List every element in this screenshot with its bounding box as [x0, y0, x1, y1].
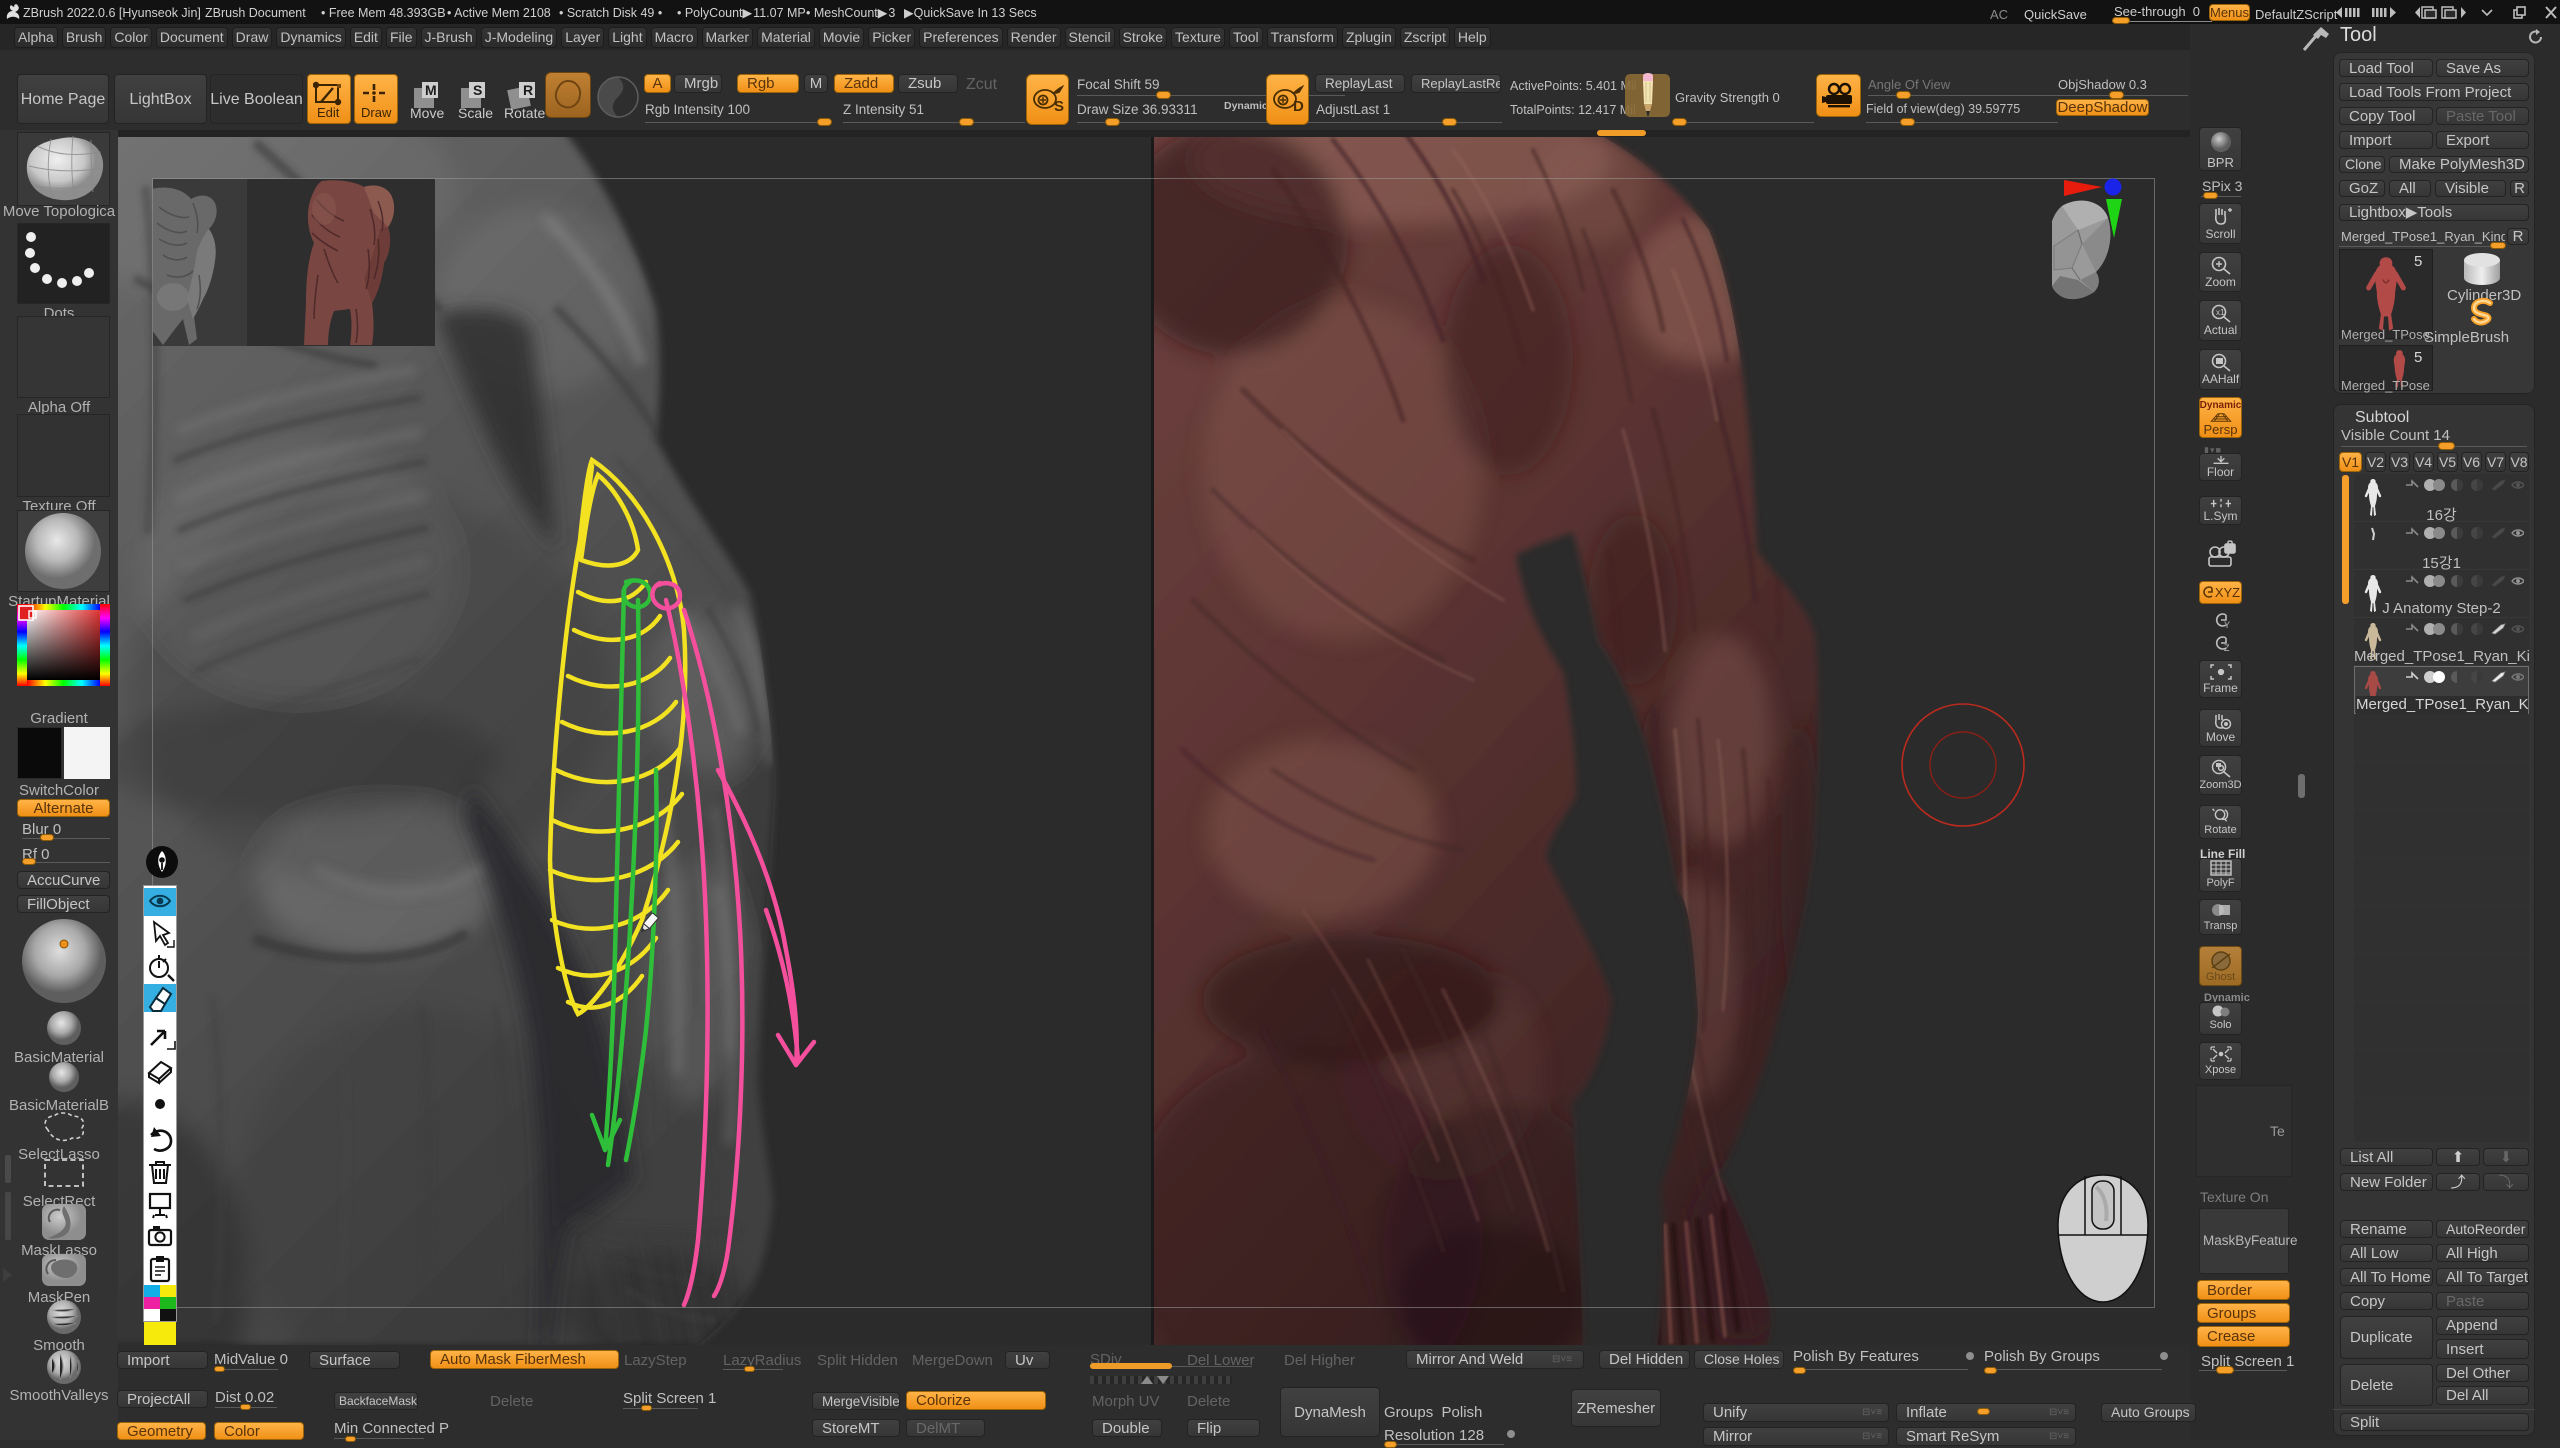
- svg-text:Scale: Scale: [458, 105, 493, 120]
- svg-text:S: S: [1054, 98, 1064, 115]
- svg-text:Draw: Draw: [361, 105, 392, 120]
- svg-text:S: S: [473, 82, 482, 98]
- svg-text:Rotate: Rotate: [504, 105, 545, 120]
- svg-text:x1: x1: [2216, 308, 2225, 317]
- svg-text:M: M: [425, 82, 437, 98]
- svg-text:R: R: [523, 82, 533, 98]
- svg-text:Edit: Edit: [317, 105, 340, 120]
- svg-text:Move: Move: [410, 105, 444, 120]
- svg-text:Z: Z: [2224, 643, 2230, 653]
- svg-text:D: D: [1293, 98, 1304, 115]
- svg-text:Y: Y: [2224, 620, 2230, 630]
